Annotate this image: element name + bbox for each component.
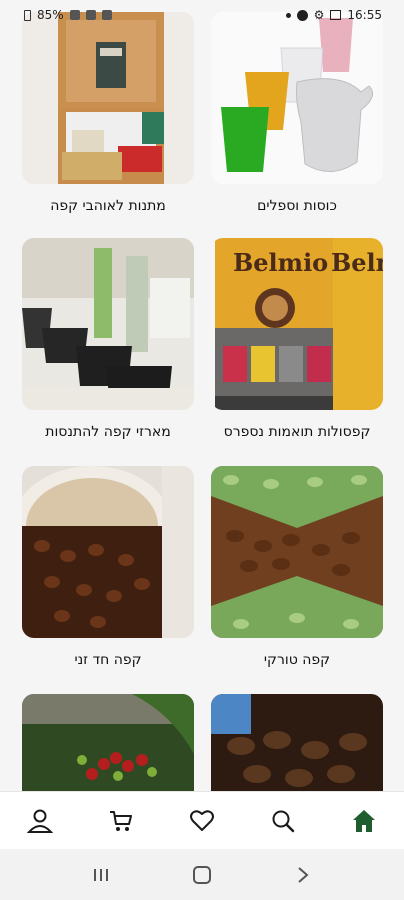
category-card-gifts[interactable]: מתנות לאוהבי קפה [22,12,194,214]
battery-level: 85% [37,8,64,22]
category-title: קפה טורקי [263,652,331,668]
notification-icon [85,10,96,20]
category-title: מארזי קפה להתנסות [45,424,171,440]
belmio-capsules-photo: Belmio Belmio [211,238,383,410]
chevron-right-icon [298,866,309,883]
gear-icon: ⚙ [313,8,325,22]
category-title: קפסולות תואמות נספרס [223,424,371,440]
image-icon [330,10,342,20]
category-card-single-origin[interactable]: קפה חד זני [22,466,194,668]
category-card-turkish[interactable]: קפה טורקי [211,466,383,668]
time: 16:55 [347,8,382,22]
home-square-icon [192,865,211,884]
notification-icon [69,10,80,20]
nav-favorites[interactable] [182,801,222,841]
capsule-brand-label: Belmio [233,248,329,277]
notification-icon [101,10,112,20]
back-button[interactable] [283,863,323,887]
home-icon [352,809,375,832]
status-left: 85% [24,8,112,22]
coffee-tasting-cups-photo [22,238,194,410]
nav-account[interactable] [20,801,60,841]
turkish-coffee-beans-photo [211,466,383,638]
dot-icon [285,12,291,18]
status-right: ⚙ 16:55 [285,8,382,22]
badge-icon [296,9,308,21]
glasses-and-cups-photo [211,12,383,184]
single-origin-beans-photo [22,466,194,638]
cart-icon [110,810,133,831]
category-title: כוסות וספלים [257,198,337,214]
nav-cart[interactable] [101,801,141,841]
nav-home[interactable] [344,801,384,841]
battery-icon [24,9,31,21]
category-card-cups[interactable]: כוסות וספלים [211,12,383,214]
recent-apps-button[interactable] [81,863,121,887]
category-card-tasting[interactable]: מארזי קפה להתנסות [22,238,194,440]
search-icon [272,810,294,832]
heart-icon [189,809,214,831]
nav-search[interactable] [263,801,303,841]
bottom-nav [0,791,404,849]
category-title: קפה חד זני [74,652,142,668]
user-icon [27,809,54,833]
category-card-capsules[interactable]: Belmio Belmio קפסולות תואמות נספרס [211,238,383,440]
category-title: מתנות לאוהבי קפה [50,198,166,214]
capsule-brand-label-2: Belmio [331,248,383,277]
system-nav [0,849,404,900]
status-bar: 85% ⚙ 16:55 [0,0,404,30]
coffee-gift-box-photo [22,12,194,184]
recent-apps-icon [93,868,108,881]
home-button[interactable] [182,863,222,887]
